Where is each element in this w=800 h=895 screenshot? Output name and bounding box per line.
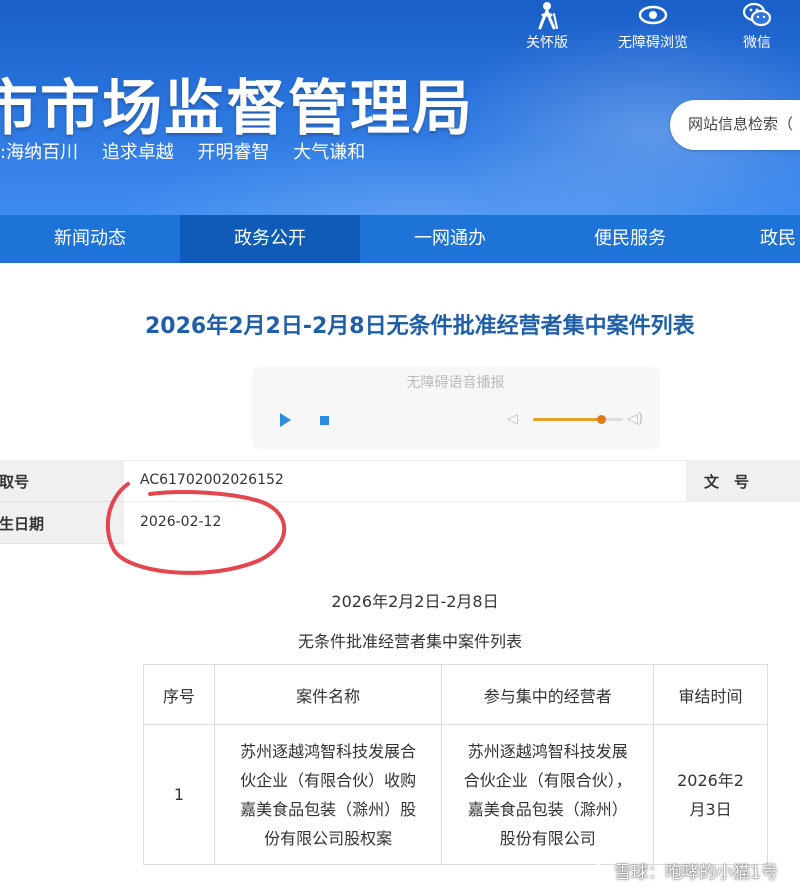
doc-number-label: 文 号: [686, 460, 800, 502]
site-title: 市市场监督管理局: [0, 74, 474, 144]
page-title: 2026年2月2日-2月8日无条件批准经营者集中案件列表: [145, 314, 695, 339]
slogan-part: 追求卓越: [101, 142, 174, 163]
xueqiu-watermark: 雪球：咆哮的小猫1号: [590, 858, 778, 883]
col-header-number: 序号: [143, 664, 215, 725]
nav-item-news[interactable]: 新闻动态: [0, 215, 180, 263]
slogan-part: :海纳百川: [0, 142, 79, 163]
wechat-label: 微信: [743, 35, 771, 51]
table-row: 1 苏州逐越鸿智科技发展合伙企业（有限合伙）收购嘉美食品包装（滁州）股份有限公司…: [143, 724, 768, 865]
nav-item-gov-affairs[interactable]: 政务公开: [180, 215, 360, 263]
elderly-care-icon: [538, 2, 558, 30]
slogan-part: 大气谦和: [293, 142, 366, 163]
case-name: 苏州逐越鸿智科技发展合伙企业（有限合伙）收购嘉美食品包装（滁州）股份有限公司股权…: [213, 724, 443, 865]
table-header-row: 序号 案件名称 参与集中的经营者 审结时间: [143, 664, 768, 725]
player-title: 无障碍语音播报: [406, 375, 505, 391]
eye-icon: [638, 5, 668, 25]
nav-item-interaction[interactable]: 政民: [760, 215, 800, 263]
stop-icon[interactable]: [320, 416, 329, 425]
volume-slider-handle[interactable]: [596, 415, 606, 424]
slogan-part: 开明睿智: [197, 142, 270, 163]
col-header-parties: 参与集中的经营者: [441, 664, 655, 725]
index-value: AC61702002026152: [140, 472, 284, 488]
site-search-input[interactable]: 网站信息检索（: [670, 100, 800, 150]
watermark-text: 雪球：咆哮的小猫1号: [614, 863, 778, 883]
date-value: 2026-02-12: [140, 514, 222, 530]
index-label: 索取号: [0, 460, 124, 502]
cases-table: 序号 案件名称 参与集中的经营者 审结时间 1 苏州逐越鸿智科技发展合伙企业（有…: [143, 664, 768, 865]
site-header-banner: 市市场监督管理局 :海纳百川 追求卓越 开明睿智 大气谦和 关怀版 无障碍浏览 …: [0, 0, 800, 215]
volume-slider-fill: [533, 418, 601, 421]
volume-low-icon: ◁: [507, 411, 518, 427]
volume-slider[interactable]: [533, 415, 623, 424]
main-nav: 新闻动态 政务公开 一网通办 便民服务 政民: [0, 215, 800, 263]
col-header-date: 审结时间: [653, 664, 768, 725]
wechat-icon: [742, 2, 772, 27]
volume-high-icon: ◁): [627, 411, 644, 427]
care-mode-label: 关怀版: [526, 35, 568, 51]
accessibility-label: 无障碍浏览: [618, 35, 688, 51]
case-number: 1: [143, 724, 215, 865]
xueqiu-logo-icon: [592, 862, 608, 880]
col-header-case-name: 案件名称: [213, 664, 443, 725]
meta-row-date: 产生日期 2026-02-12: [0, 502, 800, 544]
date-label: 产生日期: [0, 502, 124, 544]
nav-item-services[interactable]: 便民服务: [540, 215, 720, 263]
case-parties: 苏州逐越鸿智科技发展合伙企业（有限合伙），嘉美食品包装（滁州）股份有限公司: [441, 724, 655, 865]
voice-player: 无障碍语音播报 ◁ ◁): [253, 368, 658, 448]
doc-subtitle-date: 2026年2月2日-2月8日: [331, 592, 499, 611]
doc-subtitle-title: 无条件批准经营者集中案件列表: [297, 632, 522, 651]
case-date: 2026年2月3日: [653, 724, 768, 865]
care-mode-button[interactable]: 关怀版: [502, 0, 592, 52]
site-slogan: :海纳百川 追求卓越 开明睿智 大气谦和: [0, 138, 383, 164]
accessibility-button[interactable]: 无障碍浏览: [608, 0, 698, 52]
meta-row-index: 索取号 AC61702002026152 文 号: [0, 460, 800, 502]
play-icon[interactable]: [280, 413, 291, 427]
nav-item-one-stop[interactable]: 一网通办: [360, 215, 540, 263]
wechat-button[interactable]: 微信: [712, 0, 800, 52]
